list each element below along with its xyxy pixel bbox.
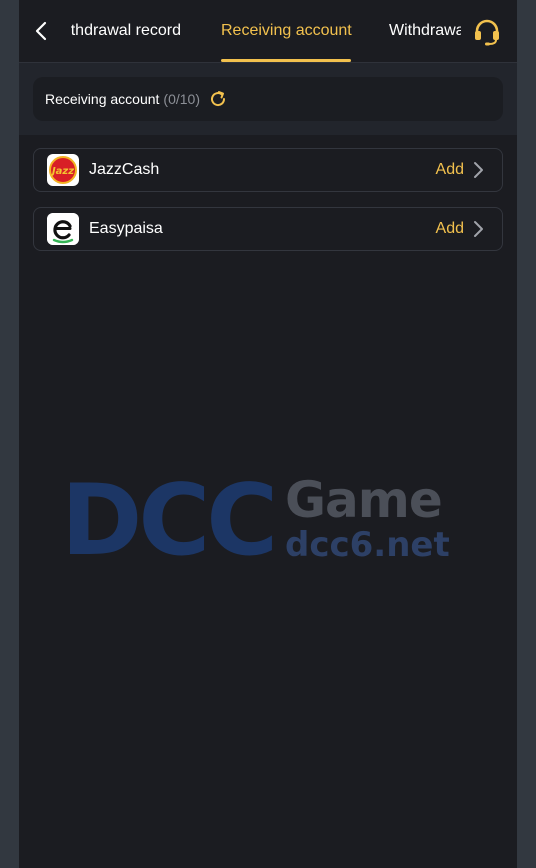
customer-support-button[interactable] xyxy=(471,16,503,48)
chevron-left-icon xyxy=(35,21,47,41)
watermark-brand: DCC xyxy=(61,464,278,578)
chevron-right-icon xyxy=(472,160,486,180)
jazzcash-logo-graphic: Jazz xyxy=(49,156,77,184)
tab-withdrawal-limit[interactable]: Withdrawal limit xyxy=(389,0,461,62)
header-tabs-bar: Withdrawal record Receiving account Withdr… xyxy=(19,0,517,63)
tab-withdrawal-record[interactable]: Withdrawal record xyxy=(71,0,181,62)
tabs-scroller[interactable]: Withdrawal record Receiving account Withdr… xyxy=(71,0,461,62)
jazzcash-logo-icon: Jazz xyxy=(47,154,79,186)
watermark-logo: DCC Game dcc6.net xyxy=(61,472,461,572)
account-row-jazzcash[interactable]: Jazz JazzCash Add xyxy=(33,148,503,192)
add-easypaisa-button[interactable]: Add xyxy=(436,220,464,238)
tab-receiving-account[interactable]: Receiving account xyxy=(221,0,352,62)
tabs-strip: Withdrawal record Receiving account Withdr… xyxy=(71,0,461,62)
refresh-button[interactable] xyxy=(208,89,228,109)
svg-text:Jazz: Jazz xyxy=(50,166,74,177)
headset-icon xyxy=(475,19,499,46)
easypaisa-logo-icon: e xyxy=(47,213,79,245)
refresh-icon xyxy=(211,91,225,107)
app-screen: Withdrawal record Receiving account Withdr… xyxy=(19,0,517,868)
chevron-right-icon xyxy=(472,219,486,239)
watermark-word: Game xyxy=(285,471,443,529)
watermark-site: dcc6.net xyxy=(285,525,450,565)
account-name: JazzCash xyxy=(89,161,160,178)
add-jazzcash-button[interactable]: Add xyxy=(436,161,464,179)
summary-section: Receiving account (0/10) xyxy=(19,63,517,135)
back-button[interactable] xyxy=(29,16,53,46)
account-name: Easypaisa xyxy=(89,220,163,237)
receiving-account-summary: Receiving account (0/10) xyxy=(33,77,503,121)
easypaisa-logo-graphic: e xyxy=(47,213,79,245)
account-row-easypaisa[interactable]: e Easypaisa Add xyxy=(33,207,503,251)
account-count: (0/10) xyxy=(163,91,200,107)
summary-title: Receiving account xyxy=(45,91,160,107)
